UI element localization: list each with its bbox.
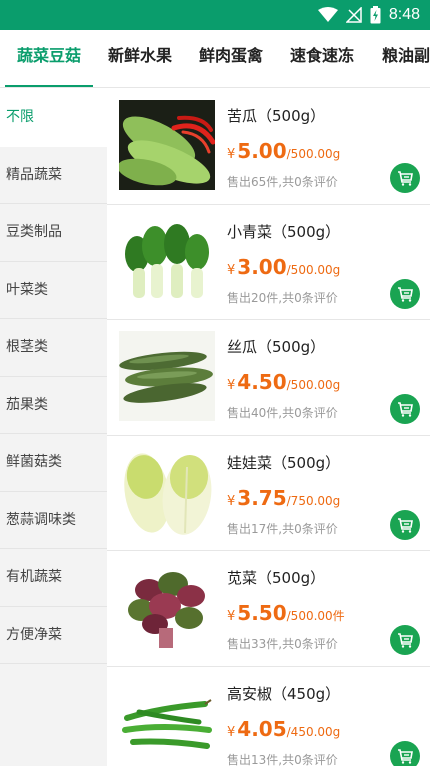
tab-frozen[interactable]: 速食速冻 <box>290 30 355 87</box>
cart-add-icon <box>398 286 413 302</box>
sidebar-item-label: 鲜菌菇类 <box>6 454 62 470</box>
sidebar-item-root[interactable]: 根茎类 <box>0 319 107 377</box>
price-unit: /750.00g <box>286 493 341 508</box>
cart-add-icon <box>398 748 413 764</box>
sidebar-item-label: 茄果类 <box>6 396 48 413</box>
sidebar-item-seasoning[interactable]: 葱蒜调味类 <box>0 492 107 549</box>
product-name: 苦瓜（500g） <box>227 107 326 125</box>
add-to-cart-button[interactable] <box>390 278 420 309</box>
sidebar-item-label: 叶菜类 <box>6 281 48 298</box>
status-bar: 8:48 <box>0 0 430 30</box>
price-value: 5.50 <box>237 601 287 625</box>
product-card[interactable]: 苦瓜（500g） ¥5.00/500.00g 售出65件,共0条评价 <box>107 89 430 205</box>
tab-label: 鲜肉蛋禽 <box>199 46 264 65</box>
category-tabs: 蔬菜豆菇 新鲜水果 鲜肉蛋禽 速食速冻 粮油副 <box>0 30 430 88</box>
product-price: ¥5.50/500.00件 <box>227 601 345 625</box>
price-unit: /500.00g <box>286 147 341 161</box>
product-price: ¥4.50/500.00g <box>227 370 340 394</box>
sidebar-item-prepared[interactable]: 方便净菜 <box>0 607 107 664</box>
product-price: ¥4.05/450.00g <box>227 717 340 741</box>
tab-label: 蔬菜豆菇 <box>17 46 82 65</box>
product-image-loofah <box>119 331 215 421</box>
add-to-cart-button[interactable] <box>390 394 420 424</box>
cart-add-icon <box>398 171 413 186</box>
sidebar-item-premium-vegetables[interactable]: 精品蔬菜 <box>0 147 107 204</box>
tab-label: 粮油副 <box>382 46 430 65</box>
wifi-icon <box>317 7 338 23</box>
sidebar-item-label: 不限 <box>6 109 34 125</box>
status-time: 8:48 <box>388 6 420 23</box>
sidebar-item-label: 根茎类 <box>6 339 48 355</box>
tab-grain-oil[interactable]: 粮油副 <box>382 30 430 87</box>
sidebar-item-label: 豆类制品 <box>6 224 62 240</box>
product-card[interactable]: 小青菜（500g） ¥3.00/500.00g 售出20件,共0条评价 <box>107 205 430 320</box>
price-currency: ¥ <box>227 378 236 393</box>
sidebar-item-leafy[interactable]: 叶菜类 <box>0 262 107 319</box>
tab-meat-eggs[interactable]: 鲜肉蛋禽 <box>199 30 264 87</box>
product-image-bok-choy <box>119 215 215 306</box>
sidebar-item-label: 方便净菜 <box>6 626 62 643</box>
product-sales: 售出13件,共0条评价 <box>227 752 338 766</box>
tab-label: 速食速冻 <box>290 46 355 65</box>
product-name: 苋菜（500g） <box>227 569 326 587</box>
product-card[interactable]: 丝瓜（500g） ¥4.50/500.00g 售出40件,共0条评价 <box>107 320 430 436</box>
product-list: 苦瓜（500g） ¥5.00/500.00g 售出65件,共0条评价 小青菜（5… <box>107 89 430 766</box>
product-price: ¥3.75/750.00g <box>227 486 340 510</box>
product-price: ¥3.00/500.00g <box>227 255 340 279</box>
price-value: 3.75 <box>237 485 287 510</box>
sidebar-item-label: 有机蔬菜 <box>6 569 62 585</box>
product-name: 高安椒（450g） <box>227 684 341 703</box>
price-currency: ¥ <box>227 493 236 509</box>
product-sales: 售出65件,共0条评价 <box>227 175 338 189</box>
price-currency: ¥ <box>227 262 236 278</box>
product-image-baby-cabbage <box>119 446 215 537</box>
add-to-cart-button[interactable] <box>390 163 420 193</box>
price-value: 4.50 <box>237 370 287 394</box>
sidebar-item-mushrooms[interactable]: 鲜菌菇类 <box>0 434 107 492</box>
add-to-cart-button[interactable] <box>390 509 420 540</box>
product-sales: 售出17件,共0条评价 <box>227 521 338 536</box>
active-tab-indicator <box>5 85 94 87</box>
add-to-cart-button[interactable] <box>390 625 420 655</box>
sidebar-item-organic[interactable]: 有机蔬菜 <box>0 549 107 607</box>
cart-add-icon <box>398 517 413 533</box>
product-name: 丝瓜（500g） <box>227 338 326 356</box>
sidebar-item-all[interactable]: 不限 <box>0 89 107 147</box>
cart-add-icon <box>398 402 413 417</box>
product-sales: 售出20件,共0条评价 <box>227 290 338 305</box>
price-value: 4.05 <box>237 716 287 741</box>
price-unit: /500.00g <box>286 378 341 392</box>
price-unit: /500.00g <box>286 262 341 277</box>
cart-add-icon <box>398 633 413 648</box>
product-name: 娃娃菜（500g） <box>227 453 341 472</box>
sidebar-item-label: 精品蔬菜 <box>6 166 62 183</box>
tab-fruits[interactable]: 新鲜水果 <box>108 30 173 87</box>
sidebar-item-nightshade[interactable]: 茄果类 <box>0 377 107 434</box>
battery-charging-icon <box>370 6 381 24</box>
signal-off-icon <box>345 7 362 23</box>
sidebar-item-bean-products[interactable]: 豆类制品 <box>0 204 107 262</box>
sidebar-item-label: 葱蒜调味类 <box>6 511 76 528</box>
add-to-cart-button[interactable] <box>390 740 420 766</box>
product-sales: 售出40件,共0条评价 <box>227 406 338 420</box>
price-currency: ¥ <box>227 609 236 624</box>
price-currency: ¥ <box>227 724 236 740</box>
price-value: 3.00 <box>237 254 287 279</box>
product-card[interactable]: 苋菜（500g） ¥5.50/500.00件 售出33件,共0条评价 <box>107 551 430 667</box>
tab-vegetables[interactable]: 蔬菜豆菇 <box>5 30 94 87</box>
product-card[interactable]: 高安椒（450g） ¥4.05/450.00g 售出13件,共0条评价 <box>107 667 430 766</box>
subcategory-sidebar: 不限 精品蔬菜 豆类制品 叶菜类 根茎类 茄果类 鲜菌菇类 葱蒜调味类 有机蔬菜… <box>0 89 107 766</box>
price-unit: /450.00g <box>286 724 341 739</box>
price-currency: ¥ <box>227 147 236 162</box>
product-image-green-pepper <box>119 677 215 766</box>
price-unit: /500.00件 <box>286 609 345 623</box>
product-image-bitter-melon <box>119 100 215 190</box>
product-image-amaranth <box>119 562 215 652</box>
product-sales: 售出33件,共0条评价 <box>227 637 338 651</box>
product-name: 小青菜（500g） <box>227 222 341 241</box>
price-value: 5.00 <box>237 139 287 163</box>
product-price: ¥5.00/500.00g <box>227 139 340 163</box>
product-card[interactable]: 娃娃菜（500g） ¥3.75/750.00g 售出17件,共0条评价 <box>107 436 430 551</box>
tab-label: 新鲜水果 <box>108 46 173 65</box>
